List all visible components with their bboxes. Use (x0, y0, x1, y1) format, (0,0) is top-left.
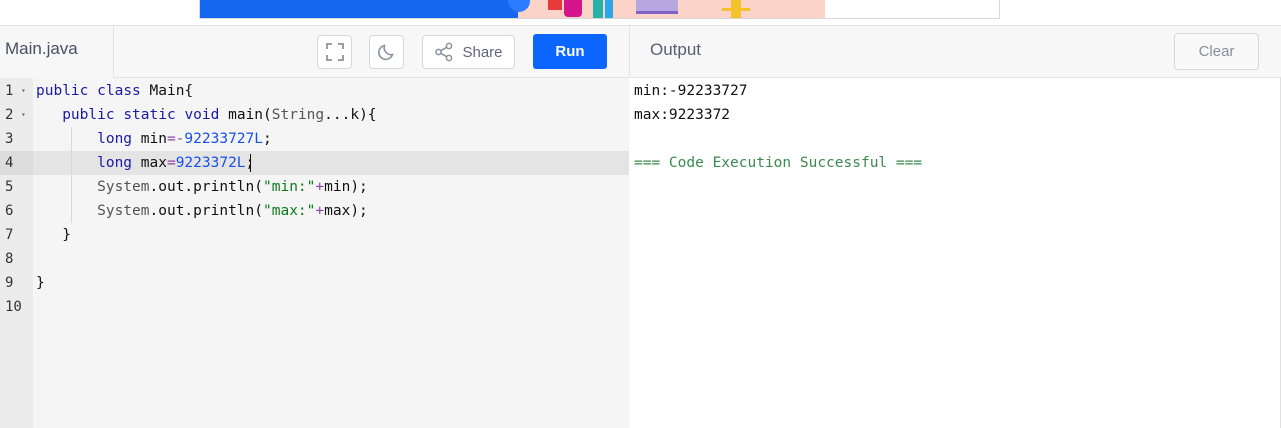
code-text[interactable]: public class Main{ (36, 79, 193, 103)
share-button[interactable]: Share (422, 35, 515, 69)
ad-shape-teal-bar (593, 0, 603, 18)
ad-shape-magenta-block (564, 0, 582, 17)
code-text[interactable]: public static void main(String...k){ (36, 103, 376, 127)
code-line[interactable]: 6 System.out.println("max:"+max); (0, 199, 629, 223)
line-number: 1 (5, 83, 14, 99)
code-text[interactable]: long max=9223372L; (36, 151, 254, 175)
code-editor[interactable]: 1 ▾ public class Main{ 2 ▾ public static voi… (0, 78, 629, 428)
ad-shape-red-block (548, 0, 562, 10)
fold-arrow-icon[interactable]: ▾ (21, 79, 26, 103)
execution-status: === Code Execution Successful === (634, 155, 923, 171)
ad-shape-blue-bar (605, 0, 613, 18)
code-line[interactable]: 3 long min=-92233727L; (0, 127, 629, 151)
line-number: 3 (5, 131, 14, 147)
line-number: 4 (5, 155, 14, 171)
dark-mode-icon (377, 44, 394, 61)
text-cursor (250, 154, 251, 172)
code-text[interactable]: System.out.println("max:"+max); (36, 199, 368, 223)
ad-shape-trophy (722, 0, 750, 18)
code-text[interactable]: } (36, 223, 71, 247)
code-line[interactable]: 8 (0, 247, 629, 271)
code-text[interactable]: System.out.println("min:"+min); (36, 175, 368, 199)
line-number: 10 (5, 299, 22, 315)
file-tab-main-java[interactable]: Main.java (0, 26, 114, 78)
code-line[interactable]: 4 long max=9223372L; (0, 151, 629, 175)
output-panel[interactable]: min:-92233727 max:9223372 === Code Executi… (630, 78, 1281, 428)
code-line[interactable]: 2 ▾ public static void main(String...k){ (0, 103, 629, 127)
code-line[interactable]: 7 } (0, 223, 629, 247)
line-number: 9 (5, 275, 14, 291)
line-number: 8 (5, 251, 14, 267)
output-line: max:9223372 (634, 107, 731, 123)
clear-button[interactable]: Clear (1174, 33, 1259, 70)
share-icon (435, 42, 453, 62)
code-line[interactable]: 5 System.out.println("min:"+min); (0, 175, 629, 199)
code-line[interactable]: 9} (0, 271, 629, 295)
fullscreen-button[interactable] (317, 35, 352, 69)
ad-banner[interactable] (199, 0, 1000, 19)
code-text[interactable]: long min=-92233727L; (36, 127, 272, 151)
line-number: 6 (5, 203, 14, 219)
run-button[interactable]: Run (533, 34, 607, 69)
ad-banner-area (0, 0, 1281, 26)
code-line[interactable]: 10 (0, 295, 629, 319)
line-number: 2 (5, 107, 14, 123)
output-title: Output (650, 40, 702, 59)
ad-banner-blue-panel (200, 0, 518, 18)
fullscreen-icon (325, 43, 344, 61)
toolbar: Main.java Share Run Output Clear (0, 26, 1281, 78)
code-text[interactable]: } (36, 271, 45, 295)
ad-shape-books (636, 0, 678, 14)
fold-arrow-icon[interactable]: ▾ (21, 103, 26, 127)
line-number: 5 (5, 179, 14, 195)
panel-divider[interactable] (629, 26, 630, 78)
output-line: min:-92233727 (634, 83, 748, 99)
code-line[interactable]: 1 ▾ public class Main{ (0, 79, 629, 103)
dark-mode-button[interactable] (369, 35, 404, 69)
share-label: Share (462, 43, 503, 61)
line-number: 7 (5, 227, 14, 243)
